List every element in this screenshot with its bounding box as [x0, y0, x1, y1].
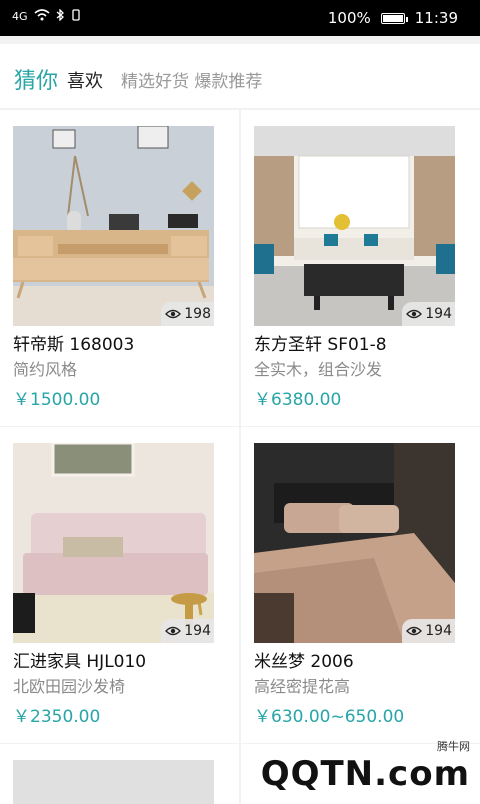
eye-icon — [165, 626, 181, 636]
section-header: 猜你 喜欢 精选好货 爆款推荐 — [0, 44, 480, 108]
eye-icon — [165, 309, 181, 319]
watermark-big: QQTN.com — [261, 754, 470, 794]
view-count-badge: 198 — [161, 302, 214, 326]
product-desc: 高经密提花高 — [254, 673, 350, 697]
product-name[interactable]: 米丝梦 2006 — [254, 647, 354, 672]
product-image-pink-sofa[interactable]: 194 — [13, 443, 214, 643]
product-card[interactable]: 194 汇进家具 HJL010 北欧田园沙发椅 ￥2350.00 — [0, 427, 239, 743]
product-desc: 简约风格 — [13, 356, 77, 380]
product-price: ￥6380.00 — [254, 385, 341, 410]
view-count-badge: 194 — [402, 302, 455, 326]
eye-icon — [406, 309, 422, 319]
battery-icon — [381, 13, 405, 24]
header-subtitle: 精选好货 爆款推荐 — [121, 67, 262, 92]
product-card[interactable]: 194 东方圣轩 SF01-8 全实木，组合沙发 ￥6380.00 — [241, 110, 480, 426]
status-right: 100% 11:39 — [328, 9, 458, 27]
product-card[interactable]: 198 轩帝斯 168003 简约风格 ￥1500.00 — [0, 110, 239, 426]
product-image-placeholder[interactable] — [13, 760, 214, 804]
view-count: 198 — [184, 306, 211, 322]
product-image-tv-cabinet[interactable]: 198 — [13, 126, 214, 326]
product-image-bedding[interactable]: 194 — [254, 443, 455, 643]
status-bar: 4G 100% 11:39 — [0, 0, 480, 36]
product-card[interactable]: 194 米丝梦 2006 高经密提花高 ￥630.00~650.00 — [241, 427, 480, 743]
product-card[interactable] — [0, 744, 239, 804]
eye-icon — [406, 626, 422, 636]
view-count-badge: 194 — [402, 619, 455, 643]
header-title-rest: 喜欢 — [67, 67, 103, 93]
product-name[interactable]: 东方圣轩 SF01-8 — [254, 330, 387, 355]
product-name[interactable]: 轩帝斯 168003 — [13, 330, 134, 355]
product-price: ￥1500.00 — [13, 385, 100, 410]
watermark: 腾牛网 QQTN.com — [261, 738, 470, 794]
header-title-highlight: 猜你 — [14, 63, 58, 95]
battery-percent: 100% — [328, 9, 371, 27]
clock: 11:39 — [415, 9, 458, 27]
status-left: 4G — [12, 9, 82, 24]
product-desc: 全实木，组合沙发 — [254, 356, 382, 380]
view-count: 194 — [425, 623, 452, 639]
product-desc: 北欧田园沙发椅 — [13, 673, 125, 697]
view-count: 194 — [425, 306, 452, 322]
watermark-small: 腾牛网 — [437, 738, 470, 754]
product-image-living-room[interactable]: 194 — [254, 126, 455, 326]
wifi-icon — [34, 9, 50, 24]
vibrate-icon — [70, 9, 82, 24]
signal-label: 4G — [12, 10, 28, 23]
view-count: 194 — [184, 623, 211, 639]
bluetooth-icon — [56, 9, 64, 24]
view-count-badge: 194 — [161, 619, 214, 643]
product-name[interactable]: 汇进家具 HJL010 — [13, 647, 146, 672]
product-price: ￥2350.00 — [13, 702, 100, 727]
product-price: ￥630.00~650.00 — [254, 702, 404, 727]
